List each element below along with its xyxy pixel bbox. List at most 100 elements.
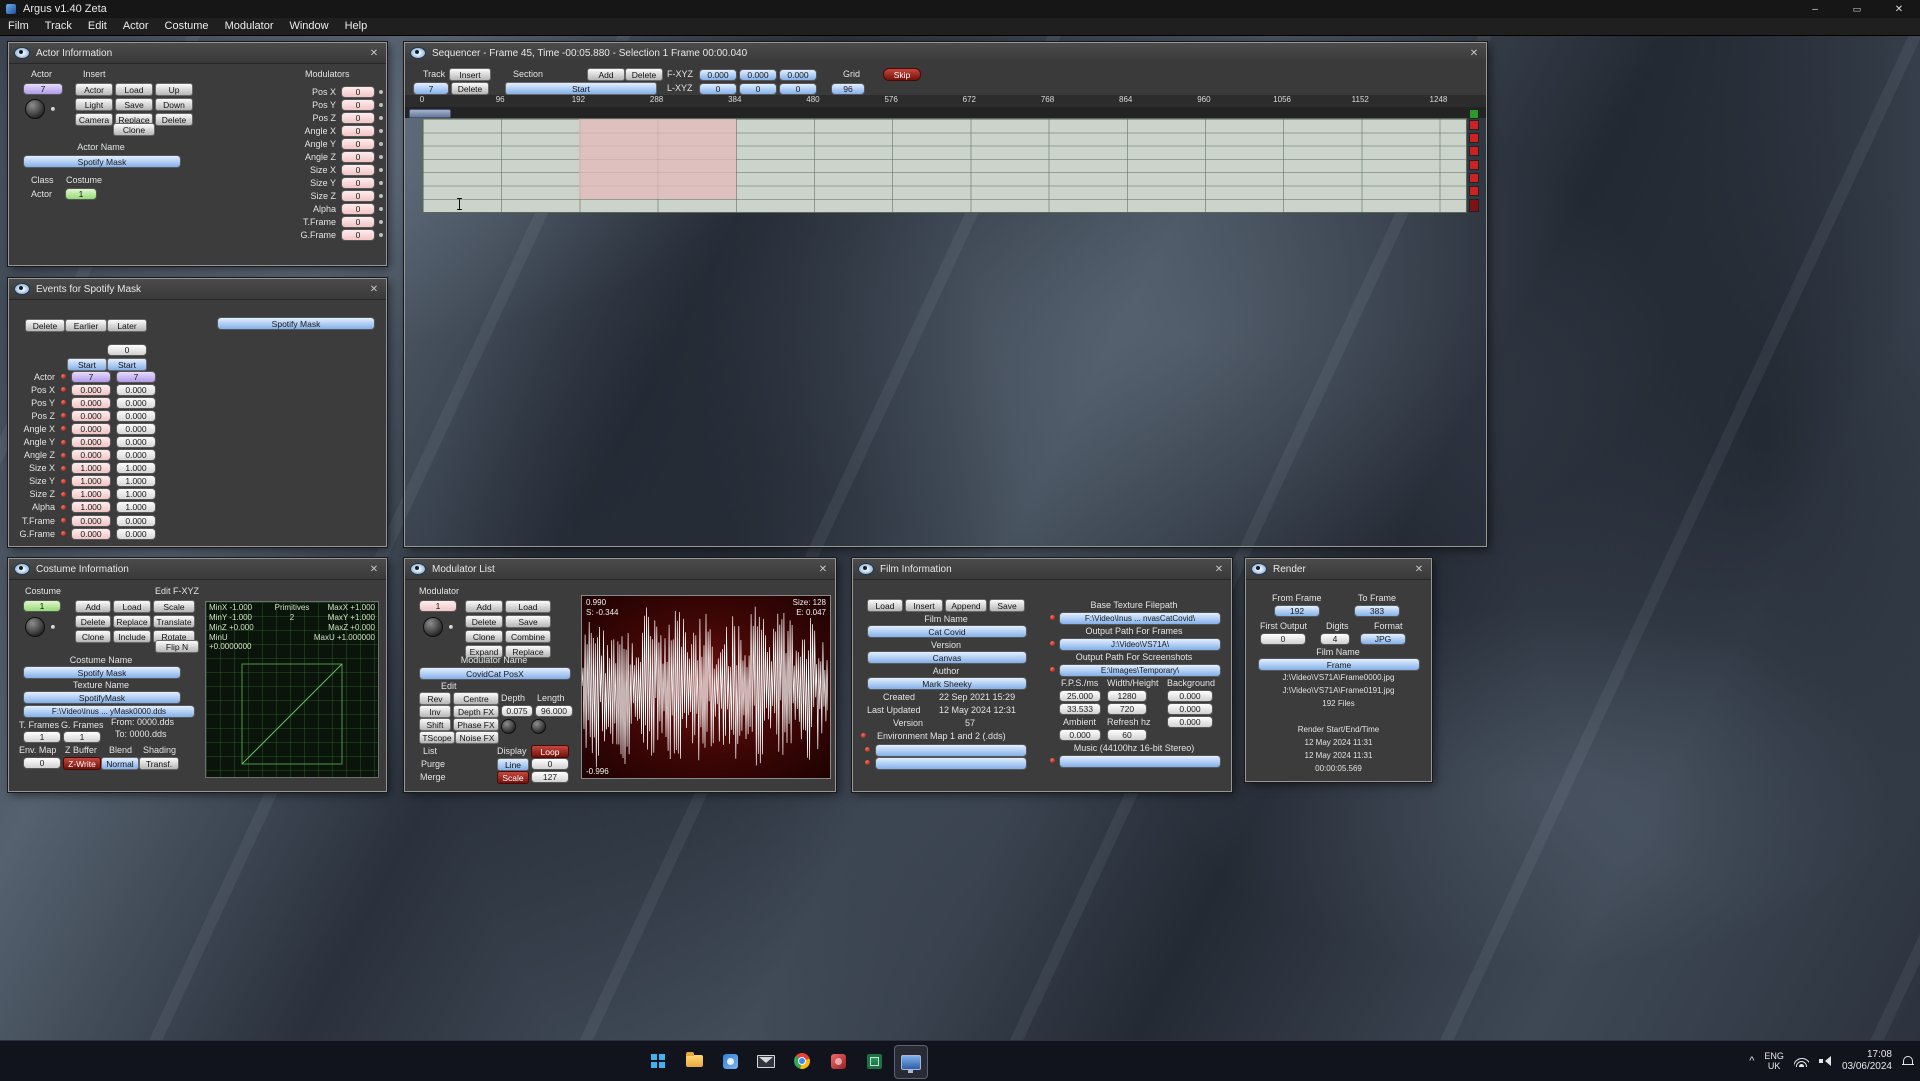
panel-titlebar[interactable]: Sequencer - Frame 45, Time -00:05.880 - … [405,43,1486,64]
excel-icon[interactable] [858,1045,890,1077]
actor-name-field[interactable]: Spotify Mask [23,155,181,168]
delete-event-button[interactable]: Delete [25,319,65,332]
costume-knob[interactable] [25,617,45,637]
mail-icon[interactable] [750,1045,782,1077]
format-field[interactable]: JPG [1360,633,1406,645]
event-value-1[interactable]: 0.000 [71,527,111,540]
event-index-field[interactable]: 0 [107,344,147,356]
costume-button[interactable]: Include [113,630,151,643]
event-value-2[interactable]: 0.000 [116,383,156,396]
minimize-icon[interactable] [1794,0,1836,18]
music-dot[interactable] [1050,758,1055,763]
line-value-field[interactable]: 0 [531,758,569,770]
phase-knob[interactable] [501,719,516,734]
env-map2-dot[interactable] [865,760,870,765]
actor-info-button[interactable]: Load [115,83,153,96]
event-value-2[interactable]: 0.000 [116,422,156,435]
track-number-field[interactable]: 7 [413,82,449,95]
record-dot[interactable] [61,452,66,458]
eye-icon[interactable] [14,283,30,295]
actor-knob[interactable] [25,99,45,119]
event-value-2[interactable]: 0.000 [116,409,156,422]
scrollbar-thumb[interactable] [409,109,451,118]
track-marker-red[interactable] [1469,186,1479,196]
costume-button[interactable]: Add [75,600,111,613]
tray-expand-caret[interactable]: ^ [1749,1055,1754,1067]
event-value-1[interactable]: 7 [71,370,111,383]
photos-icon[interactable] [714,1045,746,1077]
costume-viewport[interactable]: MinX -1.000 Primitives MaxX +1.000 MinY … [205,601,379,778]
ambient-field[interactable]: 0.000 [1059,729,1101,741]
modulator-row-value[interactable]: 0 [341,111,375,124]
costume-button[interactable]: Replace [113,615,151,628]
shift-button[interactable]: Shift [419,718,451,731]
t-frames-field[interactable]: 1 [23,731,61,743]
red-app-icon[interactable] [822,1045,854,1077]
menu-item[interactable]: Costume [157,18,217,35]
transf-button[interactable]: Transf. [139,757,179,770]
normal-button[interactable]: Normal [101,757,139,770]
track-marker-red[interactable] [1469,120,1479,130]
record-dot[interactable] [61,387,66,393]
record-dot[interactable] [61,413,66,419]
env-map1-dot[interactable] [865,747,870,752]
film-name-field[interactable]: Cat Covid [867,625,1027,638]
noise-knob[interactable] [531,719,546,734]
chrome-icon[interactable] [786,1045,818,1077]
film-button[interactable]: Append [945,599,987,612]
costume-button[interactable]: Scale [153,600,195,613]
event-value-2[interactable]: 1.000 [116,462,156,475]
track-marker-darkred[interactable] [1469,199,1479,212]
costume-number-field[interactable]: 1 [23,600,61,612]
actor-info-button[interactable]: Actor [75,83,113,96]
record-dot[interactable] [61,426,66,432]
track-marker-green[interactable] [1469,109,1479,119]
clone-button[interactable]: Clone [113,123,155,136]
event-value-2[interactable]: 7 [116,370,156,383]
modulator-button[interactable]: Add [465,600,503,613]
modulator-row-value[interactable]: 0 [341,202,375,215]
menu-item[interactable]: Actor [115,18,157,35]
costume-button[interactable]: Load [113,600,151,613]
event-value-1[interactable]: 0.000 [71,514,111,527]
film-button[interactable]: Load [867,599,903,612]
z-write-button[interactable]: Z-Write [63,757,101,770]
spinner-dot[interactable] [379,115,383,120]
window-titlebar[interactable]: Argus v1.40 Zeta [0,0,1920,18]
start-button[interactable] [642,1045,674,1077]
speaker-icon[interactable] [1818,1055,1832,1067]
screens-path-dot[interactable] [1050,667,1055,672]
modulator-row-value[interactable]: 0 [341,228,375,241]
event-value-1[interactable]: 0.000 [71,409,111,422]
depth-fx-button[interactable]: Depth FX [453,705,499,718]
menu-item[interactable]: Window [281,18,336,35]
close-icon[interactable] [367,564,381,575]
panel-titlebar[interactable]: Render [1246,559,1431,580]
delete-button[interactable]: Delete [625,68,663,81]
record-dot[interactable] [61,400,66,406]
fps-field[interactable]: 25.000 [1059,690,1101,702]
track-marker-red[interactable] [1469,173,1479,183]
event-value-2[interactable]: 1.000 [116,475,156,488]
ms-field[interactable]: 33.533 [1059,703,1101,715]
menu-item[interactable]: Help [337,18,376,35]
inv-button[interactable]: Inv [419,705,451,718]
fz-field[interactable]: 0.000 [779,69,817,81]
eye-icon[interactable] [14,47,30,59]
modulator-name-field[interactable]: CovidCat PosX [419,667,571,680]
modulator-button[interactable]: Combine [505,630,551,643]
spinner-dot[interactable] [379,89,383,94]
fy-field[interactable]: 0.000 [739,69,777,81]
event-value-1[interactable]: 1.000 [71,488,111,501]
mask-name-field[interactable]: Spotify Mask [217,317,375,330]
record-dot[interactable] [61,491,66,497]
spinner-dot[interactable] [379,180,383,185]
later-button[interactable]: Later [107,319,147,332]
texture-name-field[interactable]: SpotifyMask [23,691,181,704]
from-frame-field[interactable]: 192 [1274,605,1320,617]
frames-path-field[interactable]: J:\Video\VS71A\ [1059,638,1221,651]
length-value-field[interactable]: 96.000 [535,705,573,717]
scale-button[interactable]: Scale [497,771,529,784]
waveform-display[interactable]: 0.990 S: -0.344 Size: 128 E: 0.047 -0.99… [581,595,831,779]
notification-bell-icon[interactable] [1902,1055,1914,1067]
